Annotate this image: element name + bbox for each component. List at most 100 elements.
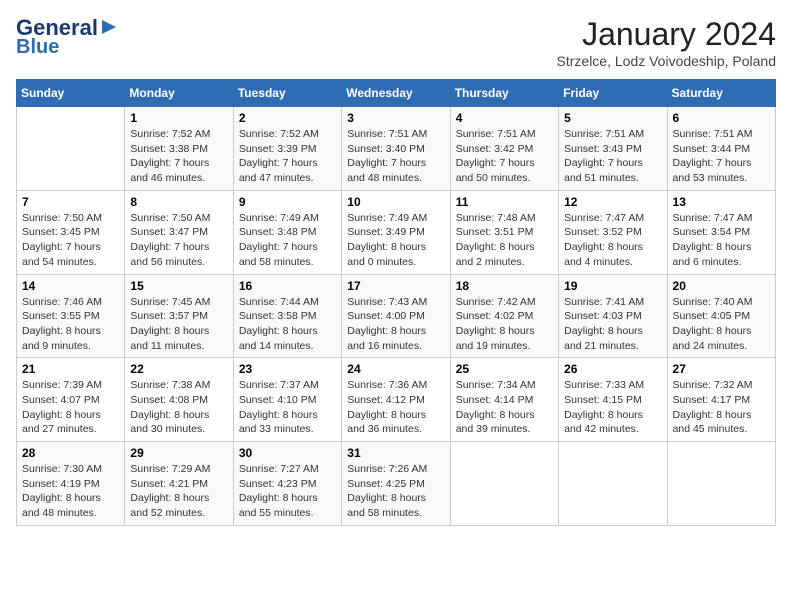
calendar-cell: 7 Sunrise: 7:50 AMSunset: 3:45 PMDaylight… bbox=[17, 190, 125, 274]
weekday-header-row: SundayMondayTuesdayWednesdayThursdayFrid… bbox=[17, 80, 776, 107]
day-number: 5 bbox=[564, 111, 661, 125]
calendar-cell: 2 Sunrise: 7:52 AMSunset: 3:39 PMDaylight… bbox=[233, 107, 341, 191]
title-block: January 2024 Strzelce, Lodz Voivodeship,… bbox=[557, 16, 776, 69]
day-info: Sunrise: 7:30 AMSunset: 4:19 PMDaylight:… bbox=[22, 462, 119, 521]
calendar-cell: 31 Sunrise: 7:26 AMSunset: 4:25 PMDayligh… bbox=[342, 442, 450, 526]
day-number: 30 bbox=[239, 446, 336, 460]
calendar-cell: 12 Sunrise: 7:47 AMSunset: 3:52 PMDayligh… bbox=[559, 190, 667, 274]
calendar-cell: 6 Sunrise: 7:51 AMSunset: 3:44 PMDaylight… bbox=[667, 107, 775, 191]
calendar-cell: 19 Sunrise: 7:41 AMSunset: 4:03 PMDayligh… bbox=[559, 274, 667, 358]
calendar-cell: 18 Sunrise: 7:42 AMSunset: 4:02 PMDayligh… bbox=[450, 274, 558, 358]
month-title: January 2024 bbox=[557, 16, 776, 53]
logo-blue: Blue bbox=[16, 36, 59, 58]
day-info: Sunrise: 7:51 AMSunset: 3:42 PMDaylight:… bbox=[456, 127, 553, 186]
day-info: Sunrise: 7:42 AMSunset: 4:02 PMDaylight:… bbox=[456, 295, 553, 354]
day-number: 7 bbox=[22, 195, 119, 209]
weekday-header-wednesday: Wednesday bbox=[342, 80, 450, 107]
day-number: 3 bbox=[347, 111, 444, 125]
day-info: Sunrise: 7:40 AMSunset: 4:05 PMDaylight:… bbox=[673, 295, 770, 354]
calendar-cell bbox=[559, 442, 667, 526]
calendar-cell: 4 Sunrise: 7:51 AMSunset: 3:42 PMDaylight… bbox=[450, 107, 558, 191]
calendar-week-1: 1 Sunrise: 7:52 AMSunset: 3:38 PMDaylight… bbox=[17, 107, 776, 191]
calendar-cell: 27 Sunrise: 7:32 AMSunset: 4:17 PMDayligh… bbox=[667, 358, 775, 442]
day-number: 31 bbox=[347, 446, 444, 460]
day-info: Sunrise: 7:26 AMSunset: 4:25 PMDaylight:… bbox=[347, 462, 444, 521]
day-info: Sunrise: 7:43 AMSunset: 4:00 PMDaylight:… bbox=[347, 295, 444, 354]
calendar-cell: 5 Sunrise: 7:51 AMSunset: 3:43 PMDaylight… bbox=[559, 107, 667, 191]
day-info: Sunrise: 7:47 AMSunset: 3:52 PMDaylight:… bbox=[564, 211, 661, 270]
location: Strzelce, Lodz Voivodeship, Poland bbox=[557, 53, 776, 69]
weekday-header-tuesday: Tuesday bbox=[233, 80, 341, 107]
weekday-header-thursday: Thursday bbox=[450, 80, 558, 107]
calendar-cell: 28Sunrise: 7:30 AMSunset: 4:19 PMDayligh… bbox=[17, 442, 125, 526]
calendar-cell: 13 Sunrise: 7:47 AMSunset: 3:54 PMDayligh… bbox=[667, 190, 775, 274]
day-number: 16 bbox=[239, 279, 336, 293]
day-info: Sunrise: 7:45 AMSunset: 3:57 PMDaylight:… bbox=[130, 295, 227, 354]
calendar-cell: 1 Sunrise: 7:52 AMSunset: 3:38 PMDaylight… bbox=[125, 107, 233, 191]
day-number: 19 bbox=[564, 279, 661, 293]
calendar-cell: 9Sunrise: 7:49 AMSunset: 3:48 PMDaylight… bbox=[233, 190, 341, 274]
day-info: Sunrise: 7:46 AMSunset: 3:55 PMDaylight:… bbox=[22, 295, 119, 354]
day-info: Sunrise: 7:50 AMSunset: 3:45 PMDaylight:… bbox=[22, 211, 119, 270]
weekday-header-monday: Monday bbox=[125, 80, 233, 107]
day-info: Sunrise: 7:29 AMSunset: 4:21 PMDaylight:… bbox=[130, 462, 227, 521]
logo-icon bbox=[100, 18, 118, 36]
day-info: Sunrise: 7:38 AMSunset: 4:08 PMDaylight:… bbox=[130, 378, 227, 437]
day-number: 15 bbox=[130, 279, 227, 293]
calendar-cell: 3 Sunrise: 7:51 AMSunset: 3:40 PMDaylight… bbox=[342, 107, 450, 191]
calendar-cell: 8Sunrise: 7:50 AMSunset: 3:47 PMDaylight… bbox=[125, 190, 233, 274]
calendar-cell: 24Sunrise: 7:36 AMSunset: 4:12 PMDayligh… bbox=[342, 358, 450, 442]
day-info: Sunrise: 7:51 AMSunset: 3:40 PMDaylight:… bbox=[347, 127, 444, 186]
day-number: 29 bbox=[130, 446, 227, 460]
day-number: 25 bbox=[456, 362, 553, 376]
day-info: Sunrise: 7:41 AMSunset: 4:03 PMDaylight:… bbox=[564, 295, 661, 354]
day-info: Sunrise: 7:33 AMSunset: 4:15 PMDaylight:… bbox=[564, 378, 661, 437]
day-info: Sunrise: 7:49 AMSunset: 3:48 PMDaylight:… bbox=[239, 211, 336, 270]
calendar-cell: 14Sunrise: 7:46 AMSunset: 3:55 PMDayligh… bbox=[17, 274, 125, 358]
page-header: General Blue January 2024 Strzelce, Lodz… bbox=[16, 16, 776, 69]
calendar-cell bbox=[17, 107, 125, 191]
day-number: 6 bbox=[673, 111, 770, 125]
day-number: 22 bbox=[130, 362, 227, 376]
weekday-header-sunday: Sunday bbox=[17, 80, 125, 107]
calendar-cell: 20 Sunrise: 7:40 AMSunset: 4:05 PMDayligh… bbox=[667, 274, 775, 358]
day-info: Sunrise: 7:49 AMSunset: 3:49 PMDaylight:… bbox=[347, 211, 444, 270]
day-info: Sunrise: 7:34 AMSunset: 4:14 PMDaylight:… bbox=[456, 378, 553, 437]
day-number: 4 bbox=[456, 111, 553, 125]
day-number: 12 bbox=[564, 195, 661, 209]
day-info: Sunrise: 7:32 AMSunset: 4:17 PMDaylight:… bbox=[673, 378, 770, 437]
day-number: 8 bbox=[130, 195, 227, 209]
calendar-week-2: 7 Sunrise: 7:50 AMSunset: 3:45 PMDaylight… bbox=[17, 190, 776, 274]
day-info: Sunrise: 7:51 AMSunset: 3:44 PMDaylight:… bbox=[673, 127, 770, 186]
day-info: Sunrise: 7:51 AMSunset: 3:43 PMDaylight:… bbox=[564, 127, 661, 186]
day-number: 17 bbox=[347, 279, 444, 293]
day-info: Sunrise: 7:44 AMSunset: 3:58 PMDaylight:… bbox=[239, 295, 336, 354]
calendar-cell: 16 Sunrise: 7:44 AMSunset: 3:58 PMDayligh… bbox=[233, 274, 341, 358]
calendar-cell: 11 Sunrise: 7:48 AMSunset: 3:51 PMDayligh… bbox=[450, 190, 558, 274]
day-info: Sunrise: 7:47 AMSunset: 3:54 PMDaylight:… bbox=[673, 211, 770, 270]
day-info: Sunrise: 7:52 AMSunset: 3:38 PMDaylight:… bbox=[130, 127, 227, 186]
day-number: 2 bbox=[239, 111, 336, 125]
day-number: 13 bbox=[673, 195, 770, 209]
calendar-week-5: 28Sunrise: 7:30 AMSunset: 4:19 PMDayligh… bbox=[17, 442, 776, 526]
calendar-week-3: 14Sunrise: 7:46 AMSunset: 3:55 PMDayligh… bbox=[17, 274, 776, 358]
day-number: 18 bbox=[456, 279, 553, 293]
calendar-cell: 10 Sunrise: 7:49 AMSunset: 3:49 PMDayligh… bbox=[342, 190, 450, 274]
day-number: 1 bbox=[130, 111, 227, 125]
calendar-week-4: 21Sunrise: 7:39 AMSunset: 4:07 PMDayligh… bbox=[17, 358, 776, 442]
day-number: 27 bbox=[673, 362, 770, 376]
calendar-cell: 25 Sunrise: 7:34 AMSunset: 4:14 PMDayligh… bbox=[450, 358, 558, 442]
calendar-body: 1 Sunrise: 7:52 AMSunset: 3:38 PMDaylight… bbox=[17, 107, 776, 526]
calendar-cell: 26Sunrise: 7:33 AMSunset: 4:15 PMDayligh… bbox=[559, 358, 667, 442]
day-number: 20 bbox=[673, 279, 770, 293]
day-info: Sunrise: 7:48 AMSunset: 3:51 PMDaylight:… bbox=[456, 211, 553, 270]
day-info: Sunrise: 7:52 AMSunset: 3:39 PMDaylight:… bbox=[239, 127, 336, 186]
calendar-cell: 29 Sunrise: 7:29 AMSunset: 4:21 PMDayligh… bbox=[125, 442, 233, 526]
day-number: 10 bbox=[347, 195, 444, 209]
calendar-cell: 23Sunrise: 7:37 AMSunset: 4:10 PMDayligh… bbox=[233, 358, 341, 442]
weekday-header-friday: Friday bbox=[559, 80, 667, 107]
day-number: 23 bbox=[239, 362, 336, 376]
calendar-cell: 30 Sunrise: 7:27 AMSunset: 4:23 PMDayligh… bbox=[233, 442, 341, 526]
day-number: 11 bbox=[456, 195, 553, 209]
day-info: Sunrise: 7:27 AMSunset: 4:23 PMDaylight:… bbox=[239, 462, 336, 521]
